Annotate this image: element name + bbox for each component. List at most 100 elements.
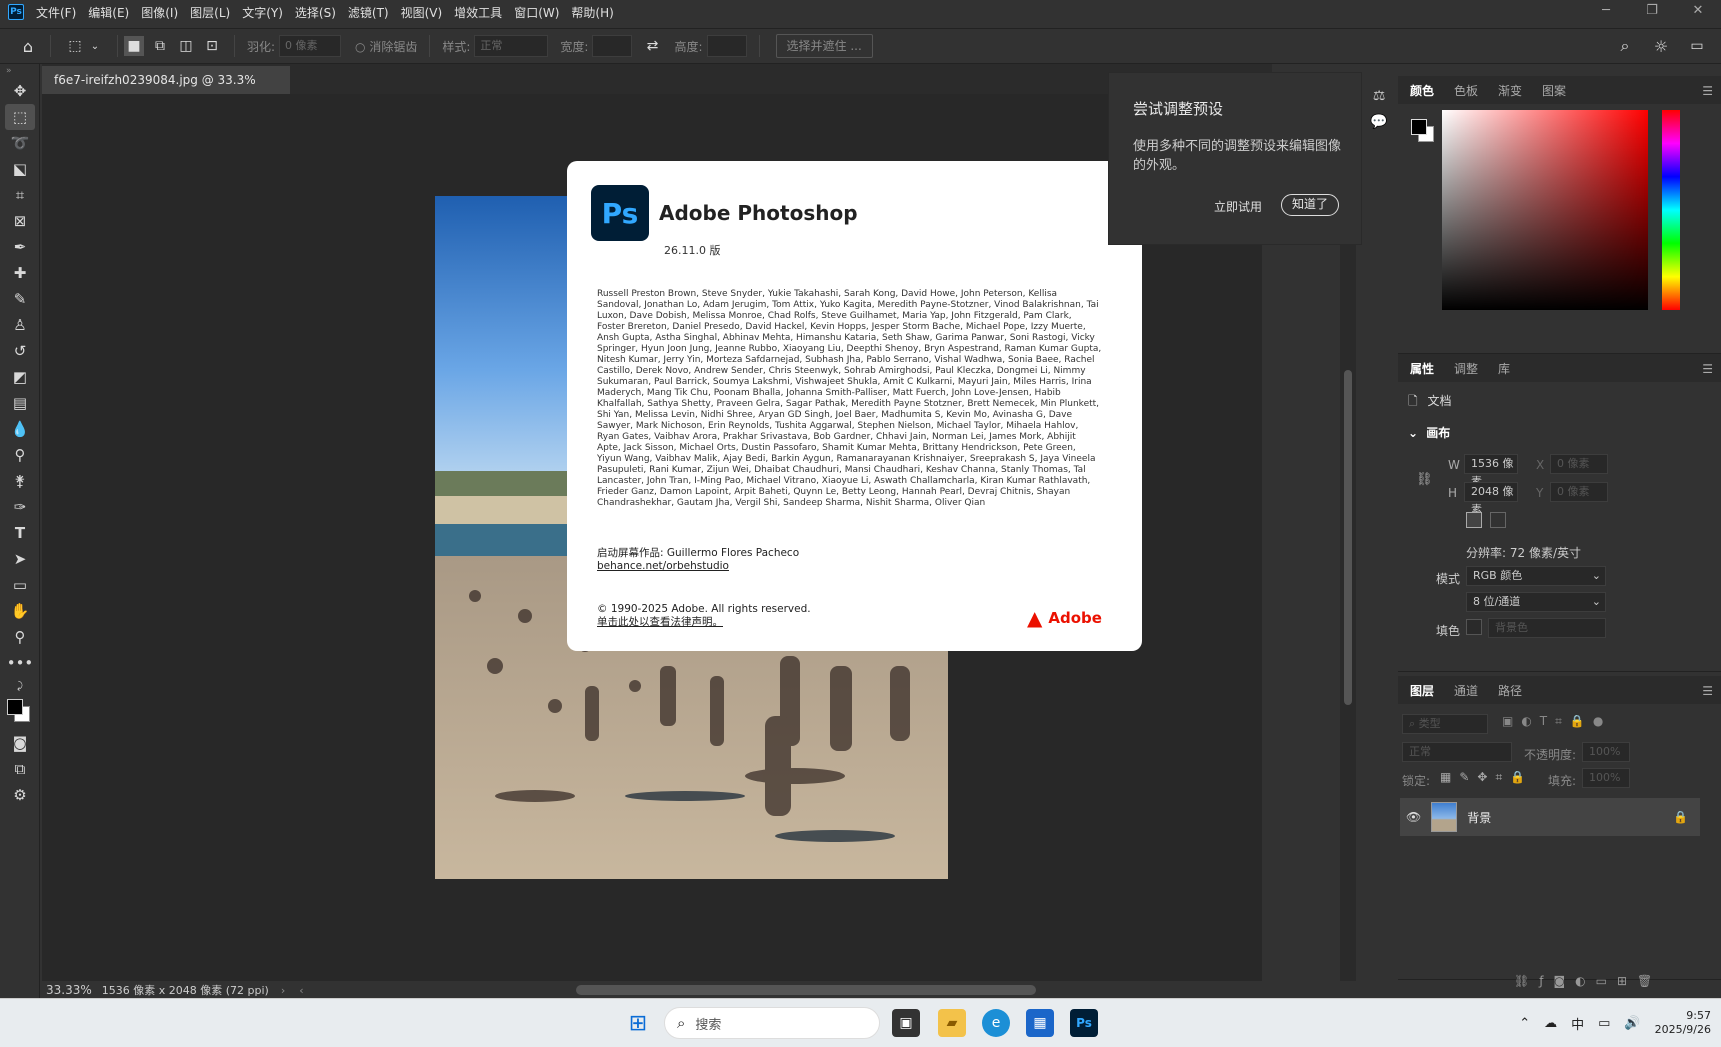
swap-icon[interactable]: ⇄: [642, 36, 662, 56]
panel-menu-icon[interactable]: ☰: [1702, 362, 1713, 376]
style-select[interactable]: 正常: [474, 35, 549, 57]
tab-layers[interactable]: 图层: [1410, 682, 1434, 699]
canvas-y-input[interactable]: 0 像素: [1550, 482, 1608, 502]
healing-brush-tool-icon[interactable]: ✚: [0, 260, 40, 286]
tab-channels[interactable]: 通道: [1454, 682, 1478, 699]
menu-filter[interactable]: 滤镜(T): [348, 4, 389, 21]
rectangular-marquee-tool-icon[interactable]: ⬚: [5, 104, 35, 130]
select-and-mask-button[interactable]: 选择并遮住 ...: [775, 34, 873, 58]
splash-link[interactable]: behance.net/orbehstudio: [597, 560, 799, 573]
intersect-selection-icon[interactable]: ⊡: [202, 36, 222, 56]
crop-tool-icon[interactable]: ⌗: [0, 182, 40, 208]
fill-input[interactable]: 100%: [1582, 768, 1630, 788]
menu-view[interactable]: 视图(V): [401, 4, 443, 21]
eyedropper-tool-icon[interactable]: ✒: [0, 234, 40, 260]
delete-layer-icon[interactable]: 🗑: [1637, 974, 1662, 988]
portrait-orientation-icon[interactable]: [1466, 512, 1482, 528]
foreground-color-chip[interactable]: [1411, 119, 1427, 135]
menu-image[interactable]: 图像(I): [141, 4, 178, 21]
add-selection-icon[interactable]: ⧉: [150, 36, 170, 56]
panel-menu-icon[interactable]: ☰: [1702, 684, 1713, 698]
edge-browser-icon[interactable]: e: [982, 1009, 1010, 1037]
chevron-left-icon[interactable]: ‹: [299, 984, 303, 997]
pen-tool-icon[interactable]: ✑: [0, 494, 40, 520]
type-tool-icon[interactable]: T: [0, 520, 40, 546]
tab-patterns[interactable]: 图案: [1542, 82, 1566, 99]
file-explorer-icon[interactable]: ▰: [938, 1009, 966, 1037]
zoom-level[interactable]: 33.33%: [46, 983, 92, 997]
menu-type[interactable]: 文字(Y): [242, 4, 283, 21]
horizontal-scroll-thumb[interactable]: [576, 985, 1036, 995]
photoshop-taskbar-icon[interactable]: Ps: [1070, 1009, 1098, 1037]
layer-filter-icons[interactable]: ▣◐T⌗🔒●: [1502, 714, 1611, 729]
adjustment-layer-icon[interactable]: ◐: [1575, 974, 1595, 988]
quick-mask-icon[interactable]: ◙: [0, 730, 40, 756]
lock-icons[interactable]: ▦✎✥⌗🔒: [1440, 770, 1533, 785]
history-brush-tool-icon[interactable]: ↺: [0, 338, 40, 364]
network-icon[interactable]: ▭: [1598, 1016, 1610, 1031]
tab-libraries[interactable]: 库: [1498, 360, 1510, 377]
try-now-link[interactable]: 立即试用: [1214, 198, 1262, 215]
tab-paths[interactable]: 路径: [1498, 682, 1522, 699]
color-mode-select[interactable]: RGB 颜色 ⌄: [1466, 566, 1606, 586]
eraser-tool-icon[interactable]: ◩: [0, 364, 40, 390]
menu-file[interactable]: 文件(F): [36, 4, 76, 21]
tab-gradients[interactable]: 渐变: [1498, 82, 1522, 99]
tab-swatches[interactable]: 色板: [1454, 82, 1478, 99]
menu-edit[interactable]: 编辑(E): [88, 4, 129, 21]
link-layers-icon[interactable]: ⛓: [1514, 974, 1539, 988]
blend-mode-select[interactable]: 正常: [1402, 742, 1512, 762]
object-selection-tool-icon[interactable]: ⬕: [0, 156, 40, 182]
collapse-icon[interactable]: »: [0, 64, 40, 78]
canvas-x-input[interactable]: 0 像素: [1550, 454, 1608, 474]
panel-menu-icon[interactable]: ☰: [1702, 84, 1713, 98]
foreground-color-swatch[interactable]: [7, 699, 23, 715]
fill-swatch[interactable]: [1466, 619, 1482, 635]
close-icon[interactable]: ✕: [1675, 0, 1721, 24]
menu-select[interactable]: 选择(S): [295, 4, 336, 21]
workspace-icon[interactable]: ▭: [1687, 36, 1707, 56]
search-icon[interactable]: ⌕: [1615, 36, 1635, 56]
adjustment-presets-icon[interactable]: ⚖: [1364, 88, 1394, 104]
canvas-width-input[interactable]: 1536 像素: [1464, 454, 1518, 488]
layer-name[interactable]: 背景: [1467, 809, 1491, 826]
canvas-section-header[interactable]: ⌄ 画布: [1408, 424, 1450, 441]
dodge-tool-icon[interactable]: ⚲: [0, 442, 40, 468]
vertical-scroll-thumb[interactable]: [1344, 370, 1352, 705]
discover-icon[interactable]: ☼: [1651, 36, 1671, 56]
menu-help[interactable]: 帮助(H): [571, 4, 613, 21]
antialias-checkbox[interactable]: ○ 消除锯齿: [355, 38, 417, 55]
task-view-icon[interactable]: ▣: [892, 1009, 920, 1037]
path-selection-tool-icon[interactable]: ➤: [0, 546, 40, 572]
menu-plugins[interactable]: 增效工具: [454, 4, 502, 21]
chevron-down-icon[interactable]: ⌄: [85, 36, 105, 56]
microsoft-store-icon[interactable]: ▦: [1026, 1009, 1054, 1037]
zoom-tool-icon[interactable]: ⚲: [0, 624, 40, 650]
layer-row[interactable]: 👁 背景 🔒: [1400, 798, 1700, 836]
height-input[interactable]: [706, 35, 747, 57]
hue-slider[interactable]: [1662, 110, 1680, 310]
screen-mode-icon[interactable]: ⧉: [0, 756, 40, 782]
comments-icon[interactable]: 💬: [1364, 114, 1394, 130]
bit-depth-select[interactable]: 8 位/通道 ⌄: [1466, 592, 1606, 612]
feather-input[interactable]: 0 像素: [279, 35, 342, 57]
contextual-taskbar-icon[interactable]: ⚙: [0, 782, 40, 808]
about-dialog[interactable]: Ps Adobe Photoshop 26.11.0 版 Russell Pre…: [567, 161, 1142, 651]
new-selection-icon[interactable]: ■: [124, 36, 144, 56]
color-chips[interactable]: [1408, 116, 1438, 146]
marquee-preset-icon[interactable]: ⬚: [65, 36, 85, 56]
taskbar-search[interactable]: ⌕ 搜索: [664, 1007, 880, 1039]
restore-icon[interactable]: ❐: [1629, 0, 1675, 24]
lasso-tool-icon[interactable]: ➰: [0, 130, 40, 156]
width-input[interactable]: [592, 35, 633, 57]
subtract-selection-icon[interactable]: ◫: [176, 36, 196, 56]
brush-tool-icon[interactable]: ✎: [0, 286, 40, 312]
color-swatches[interactable]: [0, 696, 40, 730]
gradient-tool-icon[interactable]: ▤: [0, 390, 40, 416]
tab-properties[interactable]: 属性: [1410, 360, 1434, 377]
more-tools-icon[interactable]: •••: [0, 650, 40, 676]
onedrive-icon[interactable]: ☁: [1544, 1016, 1557, 1031]
legal-notice-link[interactable]: 单击此处以查看法律声明。: [597, 616, 811, 629]
tab-color[interactable]: 颜色: [1410, 82, 1434, 99]
document-tab[interactable]: f6e7-ireifzh0239084.jpg @ 33.3%(RGB/8) ✕: [42, 66, 290, 115]
